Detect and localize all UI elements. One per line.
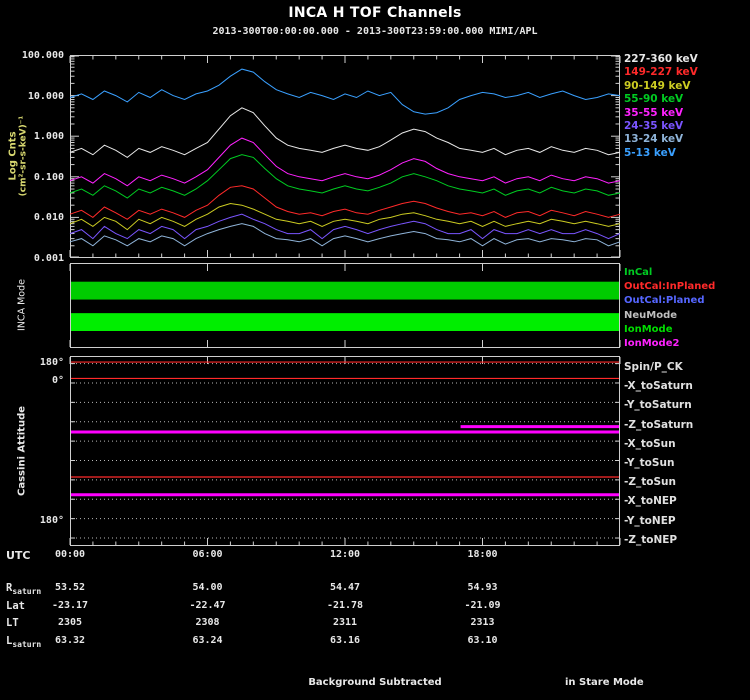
attitude-legend-item--Z_toNEP: -Z_toNEP: [624, 531, 693, 550]
ephemeris-value: -21.09: [451, 600, 515, 611]
ephemeris-value: -22.47: [176, 600, 240, 611]
ephemeris-value: 63.32: [38, 635, 102, 646]
ephemeris-row-label: Lat: [6, 600, 25, 612]
attitude-legend-item-Spin/P_CK: Spin/P_CK: [624, 358, 693, 377]
ephemeris-row-label: Rsaturn: [6, 582, 41, 596]
y-tick-label: 0.010: [2, 212, 64, 223]
attitude-legend-item--Y_toSaturn: -Y_toSaturn: [624, 396, 693, 415]
ephemeris-value: 63.24: [176, 635, 240, 646]
utc-axis-label: UTC: [6, 549, 31, 562]
mode-y-axis-label: INCA Mode: [17, 279, 28, 331]
attitude-legend-item--X_toSaturn: -X_toSaturn: [624, 377, 693, 396]
y-tick-label: 10.000: [2, 91, 64, 102]
stare-mode-note: in Stare Mode: [565, 677, 644, 688]
attitude-legend-item--Y_toSun: -Y_toSun: [624, 454, 693, 473]
ephemeris-value: 63.16: [313, 635, 377, 646]
ephemeris-value: 2313: [451, 617, 515, 628]
ephemeris-value: -21.78: [313, 600, 377, 611]
page-title: INCA H TOF Channels: [0, 5, 750, 21]
ephemeris-value: 2305: [38, 617, 102, 628]
series-55-90 keV: [70, 155, 620, 198]
legend-item-5-13 keV: 5-13 keV: [624, 147, 698, 160]
ephemeris-value: -23.17: [38, 600, 102, 611]
tof-y-axis-label-line2: (cm²-sr-s-keV)⁻¹: [19, 116, 29, 197]
ephemeris-row-label: Lsaturn: [6, 635, 41, 649]
mode-bar: [71, 282, 619, 300]
attitude-y-tick-label: 180°: [2, 357, 64, 368]
series-24-35 keV: [70, 214, 620, 238]
inca-mode-panel: [70, 263, 620, 348]
ephemeris-value: 2308: [176, 617, 240, 628]
ephemeris-row-label: LT: [6, 617, 19, 629]
legend-item-90-149 keV: 90-149 keV: [624, 80, 698, 93]
attitude-y-tick-label: 0°: [2, 375, 64, 386]
legend-item-227-360 keV: 227-360 keV: [624, 53, 698, 66]
ephemeris-value: 54.47: [313, 582, 377, 593]
attitude-legend-item--Z_toSaturn: -Z_toSaturn: [624, 416, 693, 435]
ephemeris-value: 63.10: [451, 635, 515, 646]
series-13-24 keV: [70, 224, 620, 246]
mode-legend-item-IonMode2: IonMode2: [624, 337, 715, 351]
legend-item-35-55 keV: 35-55 keV: [624, 107, 698, 120]
x-tick-label: 00:00: [38, 549, 102, 560]
mode-legend-item-OutCal:Planed: OutCal:Planed: [624, 294, 715, 308]
inca-mode-legend: InCalOutCal:InPlanedOutCal:PlanedNeuMode…: [624, 266, 715, 351]
ephemeris-value: 53.52: [38, 582, 102, 593]
x-tick-label: 06:00: [176, 549, 240, 560]
mode-legend-item-OutCal:InPlaned: OutCal:InPlaned: [624, 280, 715, 294]
attitude-legend-item--X_toNEP: -X_toNEP: [624, 492, 693, 511]
ephemeris-value: 54.00: [176, 582, 240, 593]
ephemeris-value: 54.93: [451, 582, 515, 593]
ephemeris-value: 2311: [313, 617, 377, 628]
plot-root: INCA H TOF Channels 2013-300T00:00:00.00…: [0, 0, 750, 700]
mode-bar: [71, 313, 619, 331]
mode-legend-item-IonMode: IonMode: [624, 323, 715, 337]
attitude-legend-item--X_toSun: -X_toSun: [624, 435, 693, 454]
mode-legend-item-NeuMode: NeuMode: [624, 309, 715, 323]
mode-legend-item-InCal: InCal: [624, 266, 715, 280]
y-tick-label: 0.100: [2, 172, 64, 183]
time-range-subtitle: 2013-300T00:00:00.000 - 2013-300T23:59:0…: [0, 26, 750, 37]
tof-spectra-panel: [70, 55, 620, 258]
attitude-legend-item--Y_toNEP: -Y_toNEP: [624, 512, 693, 531]
x-tick-label: 18:00: [451, 549, 515, 560]
y-tick-label: 1.000: [2, 131, 64, 142]
attitude-legend: Spin/P_CK-X_toSaturn-Y_toSaturn-Z_toSatu…: [624, 358, 693, 550]
attitude-legend-item--Z_toSun: -Z_toSun: [624, 473, 693, 492]
legend-item-149-227 keV: 149-227 keV: [624, 66, 698, 79]
x-tick-label: 12:00: [313, 549, 377, 560]
energy-channel-legend: 227-360 keV149-227 keV90-149 keV55-90 ke…: [624, 53, 698, 160]
series-5-13 keV: [70, 69, 620, 114]
series-227-360 keV: [70, 108, 620, 158]
y-tick-label: 0.001: [2, 253, 64, 264]
cassini-attitude-panel: [70, 356, 620, 546]
legend-item-13-24 keV: 13-24 keV: [624, 133, 698, 146]
tof-y-axis-label: Log Cnts (cm²-sr-s-keV)⁻¹: [8, 116, 29, 197]
y-tick-label: 100.000: [2, 50, 64, 61]
attitude-y-axis-label: Cassini Attitude: [17, 406, 28, 496]
attitude-y-tick-label: 180°: [2, 515, 64, 526]
legend-item-55-90 keV: 55-90 keV: [624, 93, 698, 106]
series-90-149 keV: [70, 204, 620, 230]
series-149-227 keV: [70, 186, 620, 220]
legend-item-24-35 keV: 24-35 keV: [624, 120, 698, 133]
